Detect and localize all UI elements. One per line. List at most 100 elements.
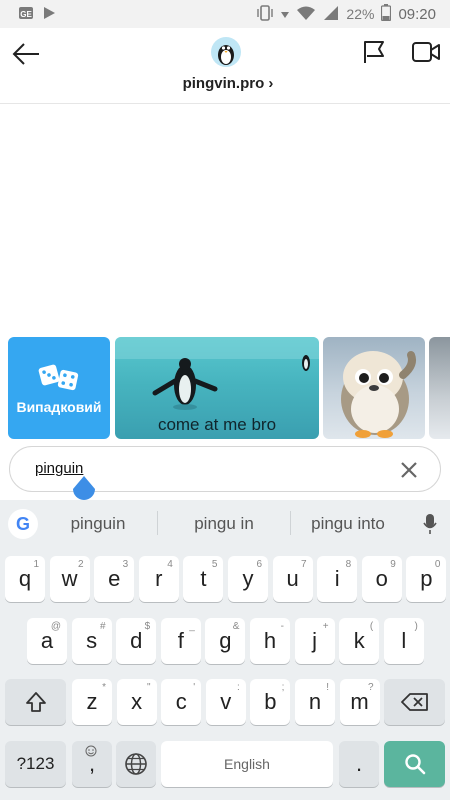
key-b-hint: ; [281, 682, 285, 693]
suggestion-2[interactable]: pingu in [170, 514, 278, 534]
key-d-hint: $ [144, 621, 151, 632]
key-x[interactable]: x " [116, 679, 157, 725]
key-m-hint: ? [368, 682, 374, 693]
flag-button[interactable] [358, 36, 390, 68]
key-b[interactable]: b; [250, 679, 291, 725]
back-button[interactable] [8, 36, 44, 72]
key-t-label: t [200, 566, 207, 591]
clear-search-button[interactable] [398, 459, 420, 481]
random-gif-label: Випадковий [16, 399, 102, 415]
key-j[interactable]: j + [294, 618, 335, 664]
shift-key[interactable] [5, 679, 66, 725]
key-i[interactable]: i8 [317, 556, 358, 602]
backspace-icon [400, 693, 428, 711]
language-key[interactable] [116, 741, 156, 787]
google-icon[interactable]: G [8, 509, 38, 539]
clock: 09:20 [398, 5, 436, 23]
key-a[interactable]: a @ [27, 618, 67, 664]
key-t[interactable]: t5 [183, 556, 224, 602]
suggestion-bar: G pinguin pingu in pingu into [0, 500, 450, 546]
baby-penguin-image [341, 351, 416, 438]
key-k-hint: ( [369, 621, 374, 632]
gif-baby-penguin[interactable] [323, 337, 425, 439]
key-j-hint: + [322, 621, 329, 632]
space-key-label: English [224, 756, 270, 772]
key-p[interactable]: p0 [406, 556, 447, 602]
key-g-hint: & [232, 621, 240, 632]
video-call-button[interactable] [410, 36, 442, 68]
key-v[interactable]: v: [205, 679, 246, 725]
backspace-key[interactable] [384, 679, 445, 725]
key-g[interactable]: g & [205, 618, 246, 664]
key-c-label: c [175, 689, 187, 714]
suggestion-3[interactable]: pingu into [298, 514, 398, 534]
key-g-label: g [219, 628, 232, 653]
key-v-hint: : [237, 682, 240, 693]
search-icon [404, 754, 425, 775]
key-d[interactable]: d $ [116, 618, 157, 664]
microphone-icon[interactable] [420, 512, 440, 536]
clear-icon [401, 462, 417, 478]
key-n[interactable]: n! [295, 679, 335, 725]
key-l[interactable]: l) [383, 618, 424, 664]
key-t-hint: 5 [211, 559, 218, 570]
emoji-icon [85, 745, 97, 760]
key-l-label: l [401, 628, 407, 653]
key-w[interactable]: w2 [49, 556, 90, 602]
key-c[interactable]: c ' [161, 679, 202, 725]
gif-snow-partial[interactable] [429, 337, 450, 439]
key-u[interactable]: u7 [272, 556, 313, 602]
gif-penguin-ice[interactable]: come at me bro [115, 337, 319, 439]
space-key[interactable]: English [161, 741, 333, 787]
keyboard: G pinguin pingu in pingu into q1w2e3r4t5… [0, 500, 450, 800]
key-r[interactable]: r4 [138, 556, 179, 602]
channel-name[interactable]: pingvin.pro › [0, 75, 450, 92]
key-f[interactable]: f _ [160, 618, 201, 664]
key-k[interactable]: k( [339, 618, 380, 664]
key-v-label: v [220, 689, 232, 714]
key-a-hint: @ [50, 621, 61, 632]
symbols-key[interactable]: ?123 [5, 741, 66, 787]
search-input[interactable]: pinguin [35, 460, 83, 477]
dice-icon [38, 364, 79, 391]
key-n-label: n [308, 689, 322, 714]
key-y[interactable]: y6 [228, 556, 268, 602]
play-store-icon [42, 6, 56, 25]
key-z[interactable]: z * [72, 679, 112, 725]
suggestion-1[interactable]: pinguin [48, 514, 148, 534]
key-w-label: w [61, 566, 78, 591]
suggestion-divider [290, 511, 291, 535]
key-h[interactable]: h- [250, 618, 290, 664]
globe-icon [125, 753, 147, 775]
key-r-label: r [155, 566, 163, 591]
key-z-hint: * [102, 682, 106, 693]
key-o[interactable]: o9 [361, 556, 402, 602]
key-q-label: q [18, 566, 32, 591]
key-e[interactable]: e3 [94, 556, 135, 602]
key-p-hint: 0 [434, 559, 441, 570]
key-d-label: d [130, 628, 143, 653]
key-m[interactable]: m? [339, 679, 380, 725]
key-q[interactable]: q1 [5, 556, 45, 602]
arrow-small-icon [281, 6, 290, 22]
key-j-label: j [312, 628, 318, 653]
signal-icon [323, 5, 339, 24]
period-key[interactable]: . [339, 741, 379, 787]
key-w-hint: 2 [78, 559, 84, 570]
key-q-hint: 1 [33, 559, 39, 570]
key-c-hint: ' [193, 682, 196, 693]
status-bar: GE 22% 09:20 [0, 0, 450, 28]
status-bar-left: GE [18, 6, 56, 25]
text-cursor-handle[interactable] [73, 476, 95, 502]
battery-icon [381, 4, 392, 24]
key-o-hint: 9 [390, 559, 396, 570]
key-s[interactable]: s # [71, 618, 112, 664]
comma-key[interactable]: , [72, 741, 112, 787]
suggestion-divider [157, 511, 158, 535]
penguin-avatar-icon[interactable] [210, 36, 242, 68]
key-y-hint: 6 [256, 559, 262, 570]
search-key[interactable] [384, 741, 445, 787]
random-gif-button[interactable]: Випадковий [8, 337, 110, 439]
svg-text:G: G [16, 514, 30, 534]
key-u-label: u [286, 566, 299, 591]
